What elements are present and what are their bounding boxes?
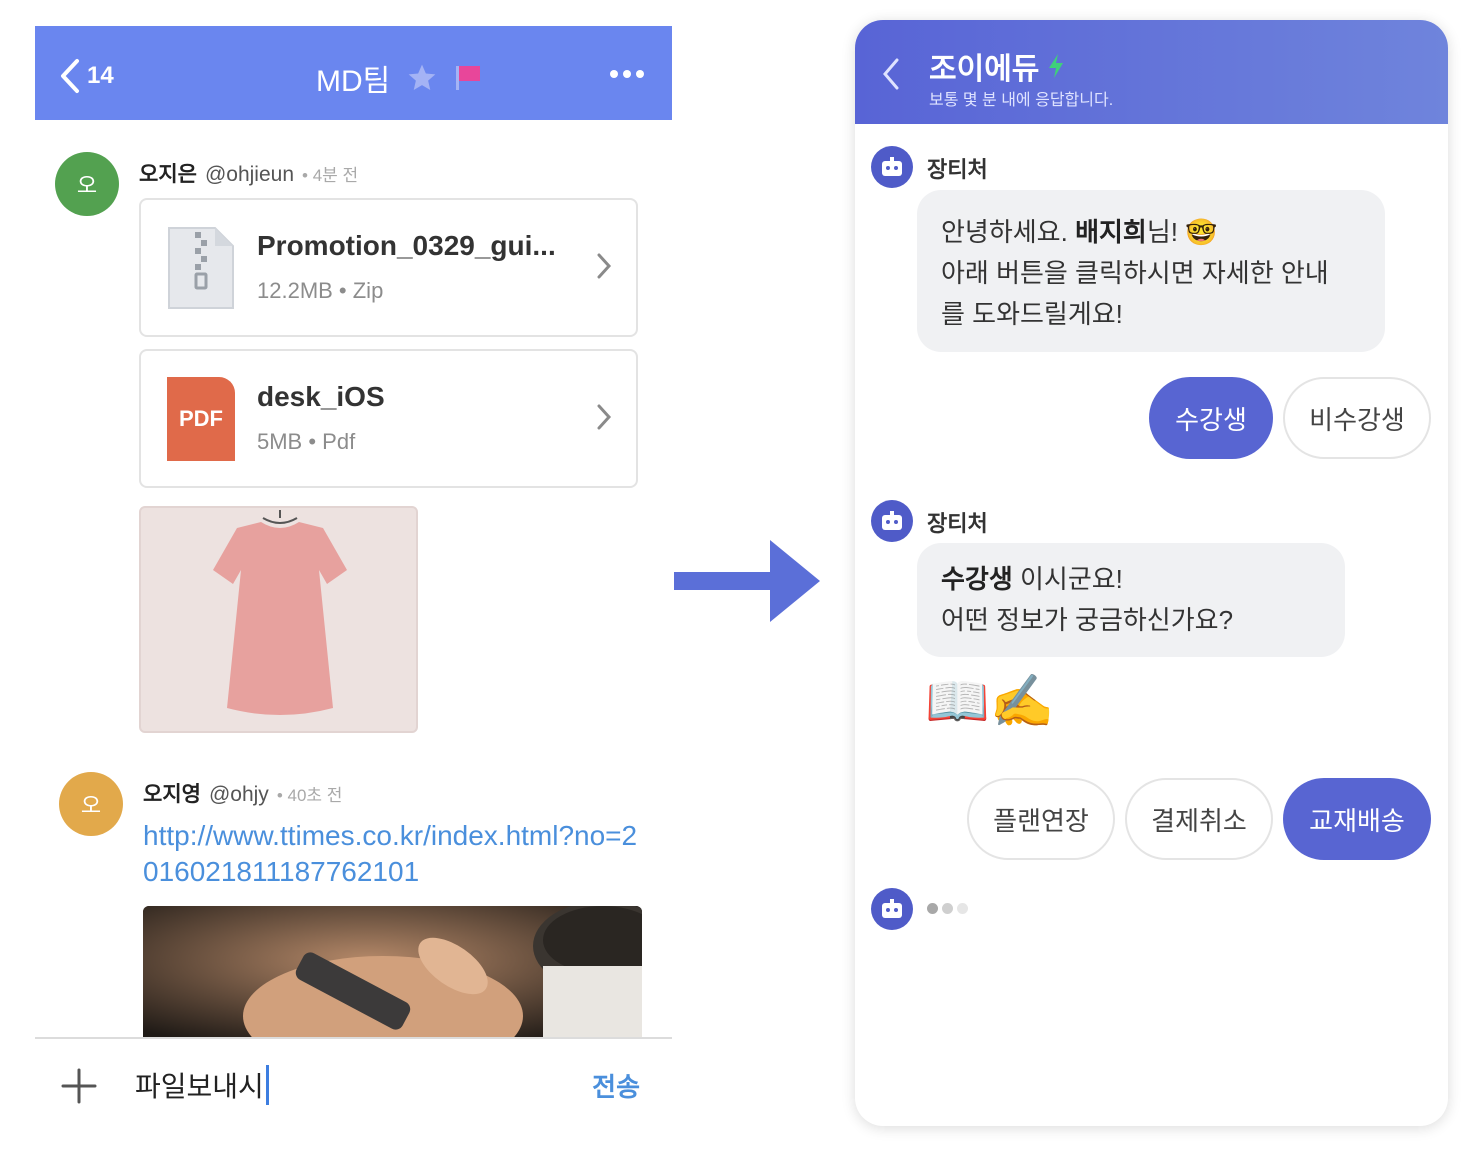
more-options-icon[interactable] xyxy=(610,70,644,78)
unread-count: 14 xyxy=(87,62,114,89)
bot-message-bubble: 수강생 이시군요! 어떤 정보가 궁금하신가요? xyxy=(917,543,1345,657)
robot-icon xyxy=(882,157,902,176)
chatbot-panel: 조이에듀 보통 몇 분 내에 응답합니다. 장티처 안녕하세요. 배지희님! 🤓… xyxy=(855,20,1448,1126)
bot-avatar xyxy=(871,146,913,188)
enrolled-student-button[interactable]: 수강생 xyxy=(1149,377,1273,459)
message-time: • 40초 전 xyxy=(276,786,343,805)
typing-indicator xyxy=(927,903,968,914)
flag-icon[interactable] xyxy=(454,64,482,92)
message-time: • 4분 전 xyxy=(302,166,359,185)
sender-name[interactable]: 오지영 xyxy=(143,778,201,808)
zip-file-icon xyxy=(168,227,234,309)
file-name: desk_iOS xyxy=(257,381,385,412)
robot-icon xyxy=(882,899,902,918)
bot-name: 장티처 xyxy=(927,157,988,182)
sender-name[interactable]: 오지은 xyxy=(139,158,197,188)
shared-link[interactable]: http://www.ttimes.co.kr/index.html?no=20… xyxy=(143,818,643,890)
back-button[interactable]: 14 xyxy=(59,58,114,94)
chevron-right-icon xyxy=(597,404,612,430)
chevron-left-icon[interactable] xyxy=(881,56,901,92)
chat-header: 14 MD팀 xyxy=(35,26,672,120)
textbook-delivery-button[interactable]: 교재배송 xyxy=(1283,778,1431,860)
text-caret xyxy=(265,1065,269,1105)
message-input[interactable]: 파일보내시 xyxy=(135,1065,269,1105)
avatar[interactable]: 오 xyxy=(59,772,123,836)
channel-title: MD팀 xyxy=(316,65,391,98)
bot-name: 장티처 xyxy=(927,511,988,536)
team-chat-panel: 14 MD팀 오 오지은 @ohjieun • 4분 전 Promotion_0… xyxy=(35,26,672,1150)
chevron-left-icon xyxy=(61,59,79,93)
file-attachment-card[interactable]: PDF desk_iOS 5MB • Pdf xyxy=(139,349,638,488)
pink-dress-photo[interactable] xyxy=(139,506,418,733)
dress-illustration xyxy=(213,510,347,715)
non-student-button[interactable]: 비수강생 xyxy=(1283,377,1431,459)
chatbot-header: 조이에듀 보통 몇 분 내에 응답합니다. xyxy=(855,20,1448,124)
book-writing-emoji: 📖✍️ xyxy=(925,673,1055,731)
plan-extend-button[interactable]: 플랜연장 xyxy=(967,778,1115,860)
lightning-icon xyxy=(1049,54,1064,78)
chatbot-title-group: 조이에듀 xyxy=(929,44,1065,88)
sender-handle: @ohjieun xyxy=(204,163,295,186)
arrow-right-icon xyxy=(674,540,820,622)
cancel-payment-button[interactable]: 결제취소 xyxy=(1125,778,1273,860)
chevron-right-icon xyxy=(597,253,612,279)
message-header: 오지은 @ohjieun • 4분 전 xyxy=(139,158,358,188)
pdf-file-icon: PDF xyxy=(167,377,235,461)
send-button[interactable]: 전송 xyxy=(592,1067,640,1104)
file-attachment-card[interactable]: Promotion_0329_gui... 12.2MB • Zip xyxy=(139,198,638,337)
file-meta: 5MB • Pdf xyxy=(257,429,356,454)
star-icon[interactable] xyxy=(406,62,438,94)
robot-icon xyxy=(882,511,902,530)
photo-illustration xyxy=(143,906,642,1040)
smartphone-coffee-photo[interactable] xyxy=(143,906,642,1040)
bot-message-bubble: 안녕하세요. 배지희님! 🤓 아래 버튼을 클릭하시면 자세한 안내 를 도와드… xyxy=(917,190,1385,352)
channel-title-group: MD팀 xyxy=(316,56,482,100)
avatar[interactable]: 오 xyxy=(55,152,119,216)
file-meta: 12.2MB • Zip xyxy=(257,278,384,303)
message-composer: 파일보내시 전송 xyxy=(35,1037,672,1150)
bot-avatar xyxy=(871,888,913,930)
file-name: Promotion_0329_gui... xyxy=(257,230,556,261)
sender-handle: @ohjy xyxy=(208,783,269,806)
chatbot-title: 조이에듀 xyxy=(929,53,1040,86)
message-header: 오지영 @ohjy • 40초 전 xyxy=(143,778,342,808)
plus-icon[interactable] xyxy=(61,1068,97,1104)
chatbot-subtitle: 보통 몇 분 내에 응답합니다. xyxy=(929,92,1114,109)
bot-avatar xyxy=(871,500,913,542)
